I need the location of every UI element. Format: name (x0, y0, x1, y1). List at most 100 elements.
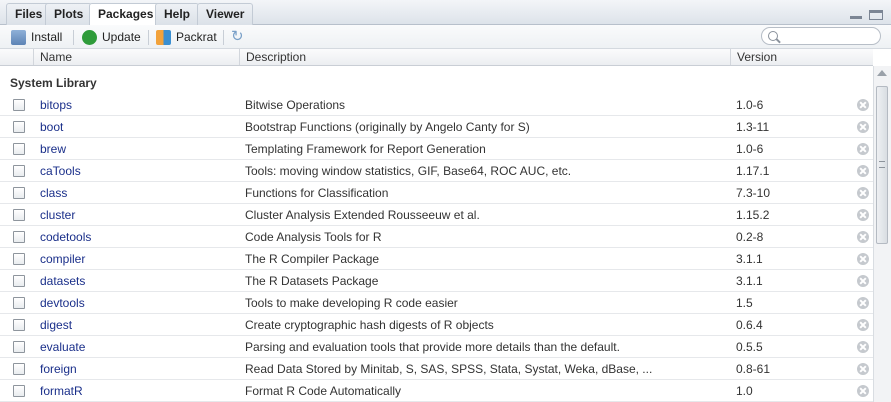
section-title: System Library (10, 76, 97, 90)
refresh-button[interactable]: ↻ (231, 28, 244, 46)
package-version: 0.2-8 (736, 230, 764, 244)
package-row: compiler The R Compiler Package 3.1.1 (0, 248, 873, 270)
package-version: 3.1.1 (736, 252, 763, 266)
vertical-scrollbar[interactable] (873, 66, 891, 402)
package-load-checkbox[interactable] (13, 121, 25, 133)
package-row: datasets The R Datasets Package 3.1.1 (0, 270, 873, 292)
install-icon (11, 29, 26, 45)
search-input[interactable] (782, 29, 880, 45)
package-row: formatR Format R Code Automatically 1.0 (0, 380, 873, 402)
package-name-link[interactable]: evaluate (40, 340, 85, 354)
remove-package-icon[interactable] (857, 143, 869, 155)
package-load-checkbox[interactable] (13, 341, 25, 353)
package-load-checkbox[interactable] (13, 209, 25, 221)
install-button[interactable]: Install (11, 28, 62, 46)
toolbar-divider (73, 30, 74, 45)
package-description: The R Compiler Package (245, 252, 380, 266)
remove-package-icon[interactable] (857, 121, 869, 133)
package-version: 1.3-11 (736, 120, 770, 134)
package-name-link[interactable]: bitops (40, 98, 72, 112)
package-row: evaluate Parsing and evaluation tools tha… (0, 336, 873, 358)
package-version: 0.8-61 (736, 362, 771, 376)
remove-package-icon[interactable] (857, 275, 869, 287)
package-description: Read Data Stored by Minitab, S, SAS, SPS… (245, 362, 653, 376)
package-name-link[interactable]: cluster (40, 208, 75, 222)
tab-viewer[interactable]: Viewer (197, 3, 254, 25)
package-load-checkbox[interactable] (13, 165, 25, 177)
remove-package-icon[interactable] (857, 99, 869, 111)
maximize-icon[interactable] (869, 10, 883, 20)
search-icon (768, 31, 778, 41)
package-description: The R Datasets Package (245, 274, 379, 288)
scroll-up-arrow-icon[interactable] (877, 70, 887, 76)
package-list: System Library bitops Bitwise Operations 1… (0, 66, 873, 402)
package-load-checkbox[interactable] (13, 99, 25, 111)
package-description: Tools: moving window statistics, GIF, Ba… (245, 164, 572, 178)
update-button[interactable]: Update (82, 28, 141, 46)
remove-package-icon[interactable] (857, 341, 869, 353)
packrat-label: Packrat (176, 30, 217, 44)
package-name-link[interactable]: compiler (40, 252, 85, 266)
package-row: cluster Cluster Analysis Extended Roussee… (0, 204, 873, 226)
remove-package-icon[interactable] (857, 363, 869, 375)
package-description: Code Analysis Tools for R (245, 230, 382, 244)
remove-package-icon[interactable] (857, 231, 869, 243)
package-name-link[interactable]: boot (40, 120, 63, 134)
package-load-checkbox[interactable] (13, 143, 25, 155)
column-header-version[interactable]: Version (730, 49, 852, 65)
minimize-icon[interactable] (849, 10, 863, 20)
package-name-link[interactable]: class (40, 186, 67, 200)
package-name-link[interactable]: brew (40, 142, 66, 156)
package-load-checkbox[interactable] (13, 187, 25, 199)
refresh-icon: ↻ (231, 28, 244, 45)
package-row: caTools Tools: moving window statistics, … (0, 160, 873, 182)
remove-package-icon[interactable] (857, 319, 869, 331)
update-label: Update (102, 30, 141, 44)
package-load-checkbox[interactable] (13, 253, 25, 265)
packages-toolbar: Install Update Packrat ↻ (0, 25, 891, 49)
package-row: class Functions for Classification 7.3-10 (0, 182, 873, 204)
package-version: 0.6.4 (736, 318, 763, 332)
tab-plots[interactable]: Plots (45, 3, 93, 25)
package-name-link[interactable]: caTools (40, 164, 81, 178)
package-load-checkbox[interactable] (13, 385, 25, 397)
tab-packages[interactable]: Packages (89, 3, 163, 26)
package-load-checkbox[interactable] (13, 319, 25, 331)
package-name-link[interactable]: codetools (40, 230, 91, 244)
package-name-link[interactable]: foreign (40, 362, 77, 376)
remove-package-icon[interactable] (857, 209, 869, 221)
toolbar-divider (223, 30, 224, 45)
package-row: devtools Tools to make developing R code … (0, 292, 873, 314)
packrat-button[interactable]: Packrat (156, 28, 217, 46)
package-version: 1.17.1 (736, 164, 770, 178)
package-name-link[interactable]: digest (40, 318, 72, 332)
package-row: bitops Bitwise Operations 1.0-6 (0, 94, 873, 116)
remove-package-icon[interactable] (857, 385, 869, 397)
package-version: 3.1.1 (736, 274, 763, 288)
package-name-link[interactable]: datasets (40, 274, 85, 288)
remove-package-icon[interactable] (857, 187, 869, 199)
package-load-checkbox[interactable] (13, 297, 25, 309)
package-load-checkbox[interactable] (13, 275, 25, 287)
update-icon (82, 29, 97, 45)
install-label: Install (31, 30, 63, 44)
package-description: Functions for Classification (245, 186, 389, 200)
tab-help[interactable]: Help (155, 3, 200, 25)
package-description: Parsing and evaluation tools that provid… (245, 340, 620, 354)
pane-controls (846, 9, 883, 23)
remove-package-icon[interactable] (857, 253, 869, 265)
package-name-link[interactable]: devtools (40, 296, 85, 310)
column-header-description[interactable]: Description (239, 49, 730, 65)
remove-package-icon[interactable] (857, 165, 869, 177)
scrollbar-thumb[interactable] (876, 86, 888, 244)
package-load-checkbox[interactable] (13, 231, 25, 243)
package-description: Tools to make developing R code easier (245, 296, 458, 310)
package-load-checkbox[interactable] (13, 363, 25, 375)
remove-package-icon[interactable] (857, 297, 869, 309)
package-name-link[interactable]: formatR (40, 384, 83, 398)
column-header-name[interactable]: Name (33, 49, 239, 65)
package-version: 7.3-10 (736, 186, 771, 200)
search-box[interactable] (761, 27, 881, 45)
package-version: 0.5.5 (736, 340, 763, 354)
package-description: Cluster Analysis Extended Rousseeuw et a… (245, 208, 480, 222)
